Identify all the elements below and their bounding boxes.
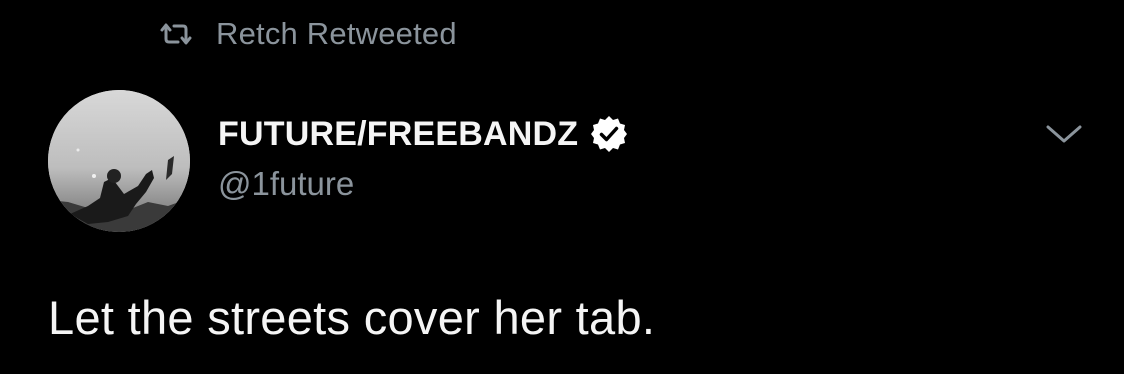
avatar[interactable] [48,90,190,232]
retweet-label: Retch Retweeted [216,16,457,51]
tweet-text: Let the streets cover her tab. [48,291,656,344]
retweet-context[interactable]: Retch Retweeted [158,14,457,54]
author-name-row[interactable]: FUTURE/FREEBANDZ [218,110,630,158]
author-handle[interactable]: @1future [218,160,354,208]
tweet-card[interactable]: Retch Retweeted FUTURE/FREEBANDZ @1futur… [0,0,1124,374]
verified-badge-icon [588,113,630,155]
author-display-name[interactable]: FUTURE/FREEBANDZ [218,115,578,154]
chevron-down-icon[interactable] [1044,120,1084,148]
retweet-icon [158,22,194,46]
